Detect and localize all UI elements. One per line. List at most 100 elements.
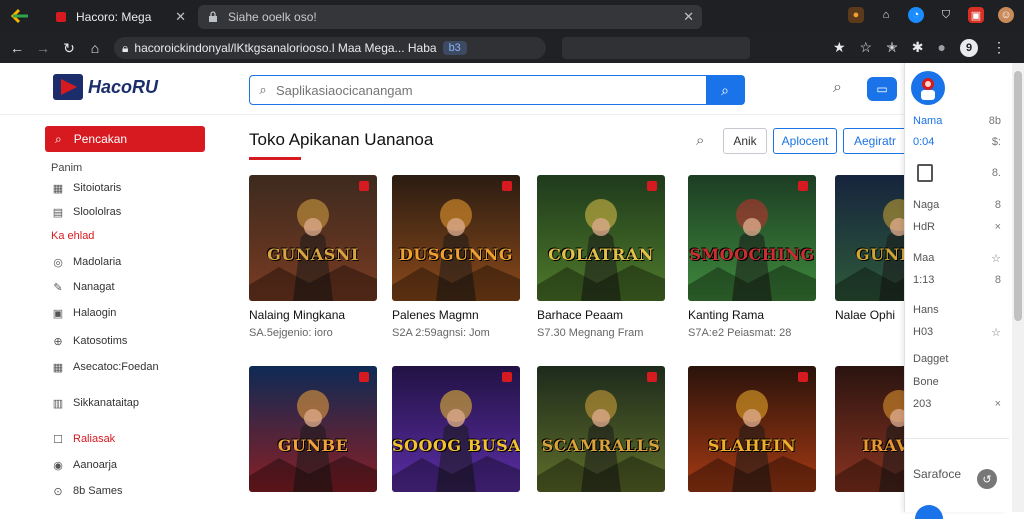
game-card[interactable]: GUNASNI Nalaing Mingkana SA.5ejgenio: ioro bbox=[249, 175, 377, 339]
right-panel-row[interactable]: Naga 8 bbox=[913, 199, 1001, 211]
right-panel-row[interactable]: Nama 8b bbox=[913, 115, 1001, 127]
address-bar[interactable]: 🔒︎ hacoroickindonyal/lKtkgsanaloriooso.l… bbox=[114, 37, 546, 59]
tab-second[interactable]: Siahe ooelk oso! ✕ bbox=[198, 5, 702, 29]
search-button[interactable]: ⌕ bbox=[706, 76, 744, 104]
game-thumbnail[interactable]: SMOOCHING bbox=[688, 175, 816, 301]
right-panel-bottom-label: Sarafoce bbox=[913, 467, 962, 481]
category-button[interactable]: Aegiratr bbox=[843, 128, 907, 154]
avatar[interactable] bbox=[911, 71, 945, 105]
game-card[interactable]: SOOOG BUSANA bbox=[392, 366, 520, 499]
right-panel-row-label: 0:04 bbox=[913, 136, 935, 148]
sidebar-primary-button[interactable]: ⌕ Pencakan bbox=[45, 126, 205, 152]
shield-icon[interactable]: ⛉ bbox=[938, 7, 954, 23]
browser-back-arrow-icon[interactable] bbox=[10, 8, 30, 24]
home-icon[interactable]: ⌂ bbox=[82, 40, 108, 56]
tab-close-icon[interactable]: ✕ bbox=[175, 9, 186, 25]
sort-button[interactable]: Aplocent bbox=[773, 128, 837, 154]
game-card[interactable]: COLATRAN Barhace Peaam S7.30 Megnang Fram bbox=[537, 175, 665, 339]
logo-text: HacoRU bbox=[88, 76, 159, 97]
right-panel-row-value[interactable]: 8 bbox=[995, 274, 1001, 286]
page-title: Toko Apikanan Uananoa bbox=[249, 130, 434, 149]
menu-dots-icon[interactable]: ⋮ bbox=[992, 39, 1006, 57]
sidebar-item[interactable]: ▣ Halaogin bbox=[51, 306, 117, 320]
game-thumbnail[interactable]: DUSGUNNG bbox=[392, 175, 520, 301]
right-panel-row[interactable]: Hans bbox=[913, 304, 1001, 316]
sidebar-item[interactable]: ▦ Sitoiotaris bbox=[51, 181, 122, 195]
game-thumbnail[interactable]: GUNASNI bbox=[249, 175, 377, 301]
right-panel-row-value[interactable]: $: bbox=[992, 136, 1001, 148]
sidebar-item[interactable]: ✎ Nanagat bbox=[51, 280, 114, 294]
sidebar-item[interactable]: ☐ Raliasak bbox=[51, 432, 115, 446]
right-panel-row[interactable]: Bone bbox=[913, 376, 1001, 388]
extension-icon[interactable]: ● bbox=[848, 7, 864, 23]
right-panel-row-value[interactable]: 8 bbox=[995, 199, 1001, 211]
sidebar-item[interactable]: ⊕ Katosotims bbox=[51, 334, 127, 348]
search-icon: ⌕ bbox=[55, 131, 62, 146]
search-input[interactable] bbox=[276, 82, 706, 98]
tab-close-icon[interactable]: ✕ bbox=[683, 9, 694, 25]
sidebar-item-label: Sikkanataitap bbox=[73, 397, 140, 409]
right-panel-row-value[interactable]: 8. bbox=[992, 167, 1001, 179]
right-panel-row[interactable]: HdR × bbox=[913, 221, 1001, 233]
game-thumbnail[interactable]: SLAHEIN bbox=[688, 366, 816, 492]
right-panel-row-value[interactable]: × bbox=[995, 398, 1001, 410]
sidebar-item[interactable]: ▤ Sloololras bbox=[51, 205, 122, 219]
profile-avatar[interactable]: 9 bbox=[960, 39, 978, 57]
extensions-star-icon[interactable]: ✭ bbox=[886, 39, 898, 57]
right-panel-row-value[interactable]: ☆ bbox=[991, 326, 1001, 339]
dot-icon[interactable]: ● bbox=[938, 39, 946, 57]
right-panel-row-value[interactable]: 8b bbox=[989, 115, 1001, 127]
right-panel-row[interactable]: 203 × bbox=[913, 398, 1001, 410]
right-panel-row[interactable]: Dagget bbox=[913, 353, 1001, 365]
main-search-icon[interactable]: ⌕ bbox=[696, 132, 704, 149]
history-icon[interactable]: ↺ bbox=[977, 469, 997, 489]
red-extension-icon[interactable]: ▣ bbox=[968, 7, 984, 23]
puzzle-icon[interactable]: ✱ bbox=[912, 39, 924, 57]
app-logo[interactable]: HacoRU bbox=[52, 71, 158, 103]
right-panel-row-value[interactable]: ☆ bbox=[991, 252, 1001, 265]
sidebar-item-label: Aanoarja bbox=[73, 459, 118, 471]
forward-arrow-icon[interactable]: → bbox=[30, 40, 56, 56]
game-thumbnail[interactable]: SOOOG BUSANA bbox=[392, 366, 520, 492]
card-icon[interactable]: ▭ bbox=[867, 77, 897, 101]
reload-icon[interactable]: ↻ bbox=[56, 40, 82, 57]
header-search-icon[interactable]: ⌕ bbox=[833, 79, 842, 97]
game-thumbnail[interactable]: GUNBE bbox=[249, 366, 377, 492]
secondary-bar[interactable] bbox=[562, 37, 750, 59]
right-panel-row[interactable]: 1:13 8 bbox=[913, 274, 1001, 286]
bookmark-star-icon[interactable]: ★ bbox=[833, 39, 846, 57]
sidebar-item[interactable]: ◉ Aanoarja bbox=[51, 458, 117, 472]
home-extension-icon[interactable]: ⌂ bbox=[878, 7, 894, 23]
sidebar-item[interactable]: ⊙ 8b Sames bbox=[51, 484, 122, 498]
star-outline-icon[interactable]: ☆ bbox=[860, 39, 873, 57]
blue-extension-icon[interactable]: ◔ bbox=[908, 7, 924, 23]
right-panel-row[interactable]: Maa ☆ bbox=[913, 252, 1001, 265]
scrollbar[interactable] bbox=[1012, 63, 1024, 512]
sidebar-item[interactable]: ▥ Sikkanataitap bbox=[51, 396, 139, 410]
right-panel-row[interactable]: 0:04 $: bbox=[913, 136, 1001, 148]
scrollbar-thumb[interactable] bbox=[1014, 71, 1022, 321]
game-card[interactable]: GUNBE bbox=[249, 366, 377, 499]
divider bbox=[905, 438, 1009, 439]
address-chip[interactable]: b3 bbox=[442, 41, 467, 55]
right-panel-row[interactable]: H03 ☆ bbox=[913, 326, 1001, 339]
sidebar-item[interactable]: ◎ Madolaria bbox=[51, 255, 121, 269]
browser-tab-strip: Hacoro: Mega ✕ Siahe ooelk oso! ✕ ● ⌂ ◔ … bbox=[0, 0, 1024, 33]
tab-active[interactable]: Hacoro: Mega ✕ bbox=[46, 5, 194, 29]
sidebar-item-label: Sitoiotaris bbox=[73, 182, 122, 194]
game-thumbnail[interactable]: COLATRAN bbox=[537, 175, 665, 301]
filter-button[interactable]: Anik bbox=[723, 128, 767, 154]
clipboard-icon[interactable] bbox=[917, 164, 933, 182]
game-card[interactable]: DUSGUNNG Palenes Magmn S2A 2:59agnsi: Jom bbox=[392, 175, 520, 339]
sidebar-item[interactable]: ▦ Asecatoc:Foedan bbox=[51, 360, 159, 374]
sidebar-item[interactable]: Ka ehlad bbox=[51, 230, 94, 242]
right-panel-row-value[interactable]: × bbox=[995, 221, 1001, 233]
game-card[interactable]: SCAMRALLS bbox=[537, 366, 665, 499]
tab-lock-icon bbox=[206, 10, 220, 24]
profile-avatar-icon[interactable]: ☺ bbox=[998, 7, 1014, 23]
back-arrow-icon[interactable]: ← bbox=[4, 40, 30, 56]
game-thumbnail[interactable]: SCAMRALLS bbox=[537, 366, 665, 492]
game-card[interactable]: SLAHEIN bbox=[688, 366, 816, 499]
game-card[interactable]: SMOOCHING Kanting Rama S7A:e2 Peiasmat: 28 bbox=[688, 175, 816, 339]
search-bar[interactable]: ⌕ ⌕ bbox=[249, 75, 745, 105]
